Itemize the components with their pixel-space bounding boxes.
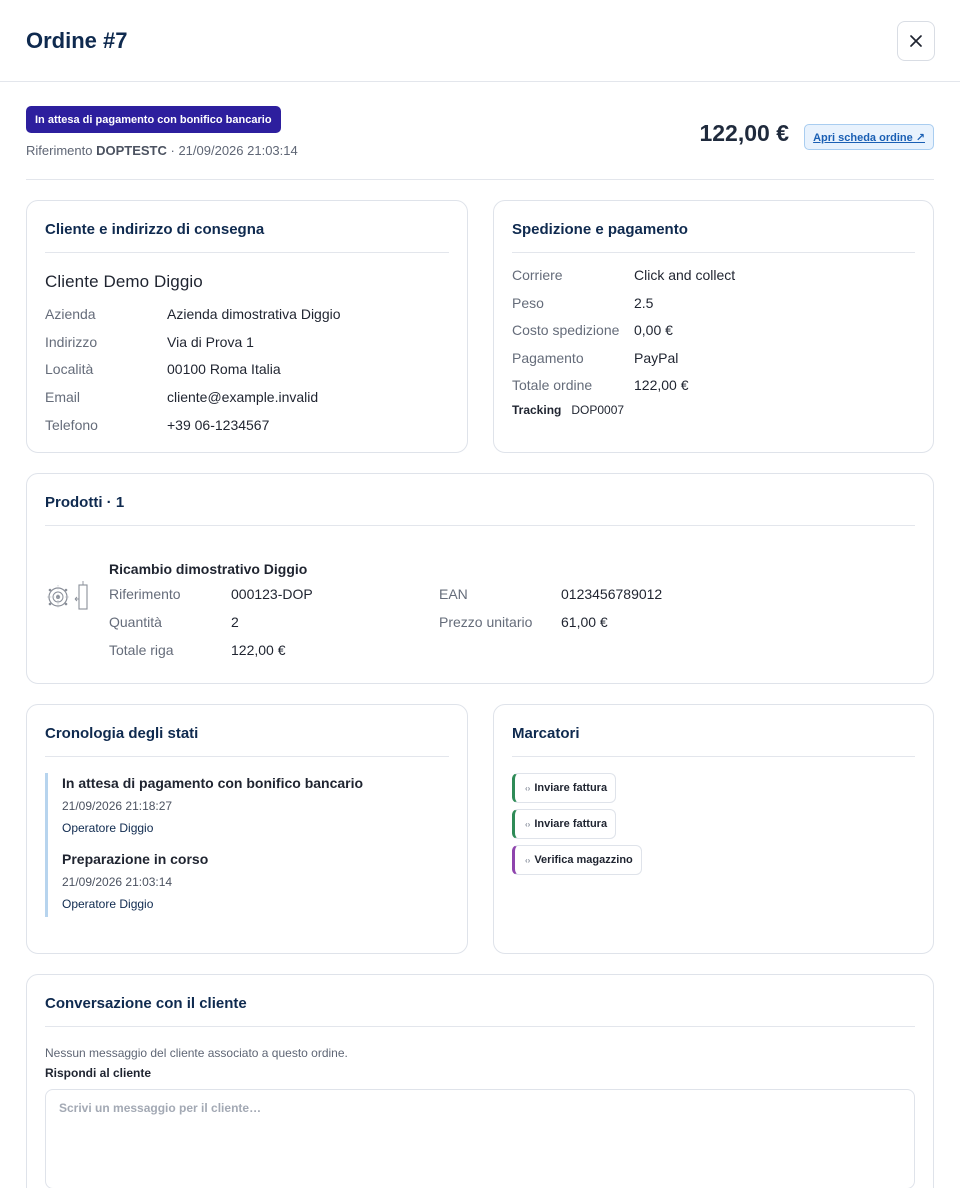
shipping-card: Spedizione e pagamento Corriere Click an… <box>493 200 934 453</box>
product-ean: EAN 0123456789012 <box>439 586 769 614</box>
tracking-value: DOP0007 <box>571 402 625 417</box>
row-label: Corriere <box>512 267 563 283</box>
row-value: 00100 Roma Italia <box>167 361 281 378</box>
row-value: 122,00 € <box>634 377 689 394</box>
status-timeline: In attesa di pagamento con bonifico banc… <box>45 773 449 917</box>
row-label: Totale riga <box>109 642 174 658</box>
reply-textarea[interactable] <box>45 1089 915 1188</box>
product-line-total: Totale riga 122,00 € <box>109 642 517 670</box>
shipping-row-total: Totale ordine 122,00 € <box>512 378 915 406</box>
customer-name: Cliente Demo Diggio <box>45 272 203 291</box>
product-reference: Riferimento 000123-DOP <box>109 586 439 614</box>
customer-row-company: Azienda Azienda dimostrativa Diggio <box>45 307 449 335</box>
reply-label: Rispondi al cliente <box>45 1066 152 1080</box>
order-modal: Ordine #7 In attesa di pagamento con bon… <box>0 0 960 1188</box>
drag-handle-icon: ‹› <box>525 819 531 829</box>
product-unit-price: Prezzo unitario 61,00 € <box>439 614 769 642</box>
products-card: Prodotti · 1 Ricambio dimostrativo Diggi… <box>26 473 934 684</box>
shipping-row-cost: Costo spedizione 0,00 € <box>512 323 915 351</box>
marker-list: ‹› Inviare fattura ‹› Inviare fattura ‹› Ve… <box>512 773 915 881</box>
row-label: Riferimento <box>109 586 181 602</box>
row-value: Via di Prova 1 <box>167 333 254 350</box>
modal-header: Ordine #7 <box>0 0 960 82</box>
row-label: Azienda <box>45 306 96 322</box>
row-label: Peso <box>512 294 544 311</box>
timeline-item: In attesa di pagamento con bonifico banc… <box>62 775 449 835</box>
marker-chip[interactable]: ‹› Verifica magazzino <box>512 845 642 875</box>
tracking-label: Tracking <box>512 402 562 417</box>
markers-card: Marcatori ‹› Inviare fattura ‹› Inviare fa… <box>493 704 934 954</box>
row-value: PayPal <box>634 349 679 366</box>
product-name: Ricambio dimostrativo Diggio <box>109 561 308 577</box>
timeline-user: Operatore Diggio <box>62 821 154 835</box>
row-label: EAN <box>439 586 468 602</box>
conversation-card: Conversazione con il cliente Nessun mess… <box>26 974 934 1188</box>
reference-label: Riferimento <box>26 143 93 158</box>
shipping-row-payment: Pagamento PayPal <box>512 351 915 379</box>
close-icon <box>910 34 922 47</box>
product-thumbnail-icon <box>47 581 88 610</box>
row-label: Costo spedizione <box>512 322 620 339</box>
modal-title: Ordine #7 <box>26 27 128 53</box>
order-total: 122,00 € <box>699 120 789 146</box>
row-value: Click and collect <box>634 267 736 283</box>
row-value: 122,00 € <box>231 642 286 658</box>
close-button[interactable] <box>897 20 935 61</box>
customer-card-title: Cliente e indirizzo di consegna <box>45 201 449 253</box>
marker-chip[interactable]: ‹› Inviare fattura <box>512 773 617 803</box>
customer-row-email: Email cliente@example.invalid <box>45 390 449 418</box>
row-value: 2 <box>231 614 239 630</box>
markers-title: Marcatori <box>512 705 915 757</box>
product-details: Riferimento 000123-DOP EAN 0123456789012… <box>109 586 769 670</box>
row-value: 000123-DOP <box>231 586 313 602</box>
customer-card: Cliente e indirizzo di consegna Cliente … <box>26 200 468 453</box>
timeline-datetime: 21/09/2026 21:03:14 <box>62 875 173 889</box>
row-value: Azienda dimostrativa Diggio <box>167 306 341 322</box>
row-value: 0,00 € <box>634 322 673 339</box>
conversation-title: Conversazione con il cliente <box>45 975 915 1027</box>
row-label: Totale ordine <box>512 377 593 394</box>
row-value: +39 06-1234567 <box>167 416 270 433</box>
shipping-card-title: Spedizione e pagamento <box>512 201 915 253</box>
no-messages-text: Nessun messaggio del cliente associato a… <box>45 1046 348 1060</box>
products-card-title: Prodotti · 1 <box>45 474 915 526</box>
shipping-row-weight: Peso 2.5 <box>512 296 915 324</box>
timeline-datetime: 21/09/2026 21:18:27 <box>62 799 173 813</box>
timeline-item: Preparazione in corso 21/09/2026 21:03:1… <box>62 851 449 911</box>
row-label: Indirizzo <box>45 333 98 350</box>
order-summary: In attesa di pagamento con bonifico banc… <box>26 82 934 180</box>
status-history-card: Cronologia degli stati In attesa di paga… <box>26 704 468 954</box>
customer-row-phone: Telefono +39 06-1234567 <box>45 418 449 446</box>
row-value: 0123456789012 <box>561 586 663 602</box>
marker-label: Inviare fattura <box>534 782 608 794</box>
row-label: Quantità <box>109 614 162 630</box>
marker-label: Verifica magazzino <box>534 854 633 866</box>
row-label: Località <box>45 361 94 378</box>
status-badge: In attesa di pagamento con bonifico banc… <box>26 106 281 133</box>
shipping-row-carrier: Corriere Click and collect <box>512 268 915 296</box>
open-order-button[interactable]: Apri scheda ordine ↗ <box>804 124 934 150</box>
reference-code: DOPTESTC <box>96 143 167 158</box>
reference-line: Riferimento DOPTESTC · 21/09/2026 21:03:… <box>26 143 298 158</box>
row-value: 2.5 <box>634 294 654 311</box>
marker-chip[interactable]: ‹› Inviare fattura <box>512 809 617 839</box>
row-value: 61,00 € <box>561 614 608 630</box>
customer-row-city: Località 00100 Roma Italia <box>45 362 449 390</box>
row-label: Prezzo unitario <box>439 614 533 630</box>
tracking-row: Tracking DOP0007 <box>512 403 915 417</box>
row-label: Email <box>45 389 81 406</box>
product-quantity: Quantità 2 <box>109 614 439 642</box>
customer-row-address: Indirizzo Via di Prova 1 <box>45 335 449 363</box>
reference-datetime: · 21/09/2026 21:03:14 <box>170 143 298 158</box>
status-history-title: Cronologia degli stati <box>45 705 449 757</box>
drag-handle-icon: ‹› <box>525 855 531 865</box>
row-value: cliente@example.invalid <box>167 389 319 406</box>
row-label: Telefono <box>45 416 98 433</box>
timeline-status: Preparazione in corso <box>62 851 209 867</box>
row-label: Pagamento <box>512 349 584 366</box>
timeline-status: In attesa di pagamento con bonifico banc… <box>62 775 364 791</box>
drag-handle-icon: ‹› <box>525 783 531 793</box>
marker-label: Inviare fattura <box>534 818 608 830</box>
timeline-user: Operatore Diggio <box>62 897 154 911</box>
